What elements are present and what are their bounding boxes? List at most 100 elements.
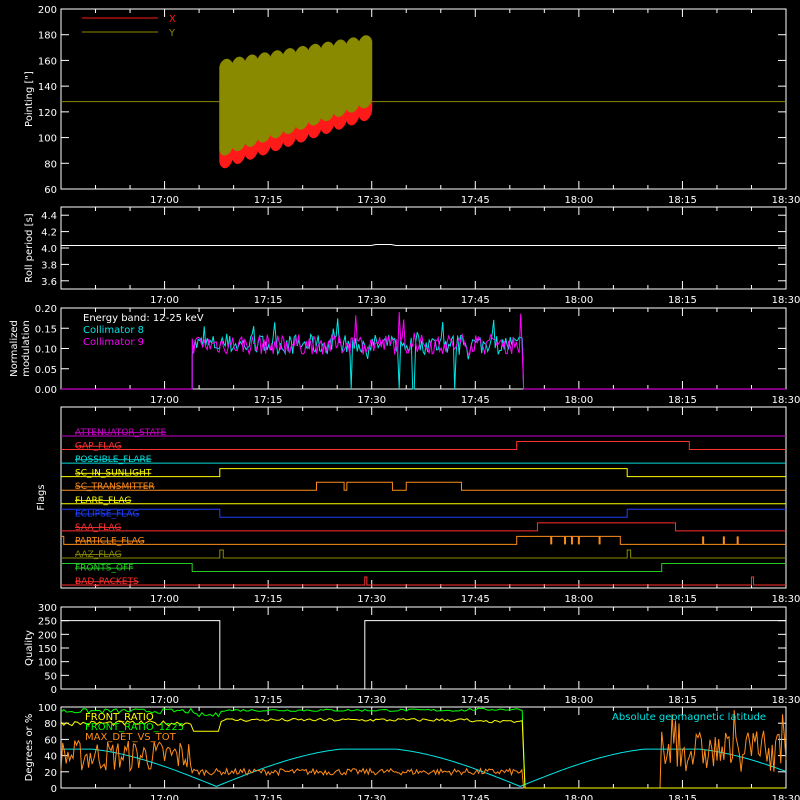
quality-ytick-label: 100 [38,658,57,669]
chart-figure: 17:00 17:15 17:30 17:45 18:00 18:15 18:30 60 80 1… [9,5,800,800]
flag-label-bad-packets: BAD_PACKETS [75,577,139,587]
roll-xtick-label: 18:00 [564,295,593,306]
ratios-ytick-label: 40 [44,752,57,763]
flag-label-sc-transmitter: SC_TRANSMITTER [75,482,155,492]
legend-label-collimator-9: Collimator 9 [83,337,144,348]
roll-ytick-label: 3.6 [41,277,57,288]
flag-label-particle-flag: PARTICLE_FLAG [75,536,145,546]
flag-line-saa-flag [61,522,786,532]
quality-xtick-label: 17:30 [357,695,386,706]
modulation-ytick-label: 0.15 [35,324,57,335]
legend-label-x: X [169,14,176,25]
quality-axes-frame [60,606,787,690]
quality-xtick-label: 17:45 [461,695,490,706]
pointing-ytick-label: 180 [38,31,57,42]
pointing-xtick-label: 17:00 [150,195,179,206]
collimator-8-line [61,318,786,390]
flag-label-fronts-off: FRONTS_OFF [75,564,133,574]
flags-panel: 17:00 17:15 17:30 17:45 18:00 18:15 18:30 Flags… [36,406,800,605]
quality-xtick-label: 18:00 [564,695,593,706]
ratios-xtick-label: 18:00 [564,794,593,800]
modulation-xtick-label: 17:15 [254,395,283,406]
pointing-ytick-label: 60 [44,185,57,196]
pointing-ytick-label: 200 [38,5,57,16]
roll-ytick-label: 4.2 [41,228,57,239]
modulation-ylabel-line1: Normalized [9,320,20,377]
ratios-xtick-label: 17:30 [357,794,386,800]
legend-label-collimator-8: Collimator 8 [83,325,144,336]
flag-line-gap-flag [61,441,786,451]
modulation-xtick-label: 17:45 [461,395,490,406]
flag-label-saa-flag: SAA_FLAG [75,523,121,533]
pointing-xtick-label: 17:15 [254,195,283,206]
modulation-xtick-label: 18:00 [564,395,593,406]
ratios-xtick-label: 18:30 [772,794,800,800]
roll-axes-frame [60,206,787,290]
ratios-xtick-label: 17:00 [150,794,179,800]
modulation-xtick-label: 17:30 [357,395,386,406]
quality-xtick-label: 17:00 [150,695,179,706]
pointing-xtick-label: 17:45 [461,195,490,206]
flags-xtick-label: 17:45 [461,594,490,605]
roll-ytick-label: 4.4 [41,211,57,222]
roll-xtick-label: 18:15 [668,295,697,306]
roll-xtick-label: 17:30 [357,295,386,306]
quality-xtick-label: 17:15 [254,695,283,706]
ratios-ytick-label: 80 [44,719,57,730]
flags-xtick-label: 18:30 [772,594,800,605]
roll-xtick-label: 17:15 [254,295,283,306]
flags-ylabel: Flags [36,484,47,510]
quality-ytick-label: 200 [38,630,57,641]
ratios-panel: 17:00 17:15 17:30 17:45 18:00 18:15 18:30 0 20 40… [24,703,800,800]
roll-ylabel: Roll period [s] [24,213,35,282]
quality-xtick-label: 18:15 [668,695,697,706]
flags-xtick-label: 17:15 [254,594,283,605]
roll-panel: 17:00 17:15 17:30 17:45 18:00 18:15 18:30 3.6 3.… [24,206,800,306]
flag-line-eclipse-flag [61,508,786,518]
pointing-ytick-label: 140 [38,82,57,93]
flag-line-fronts-off [61,563,786,572]
roll-ytick-label: 3.8 [41,260,57,271]
roll-xtick-label: 18:30 [772,295,800,306]
modulation-ytick-label: 0.00 [35,385,57,396]
ratios-ytick-label: 0 [51,784,57,795]
quality-panel: 17:00 17:15 17:30 17:45 18:00 18:15 18:30 0 50 10… [24,603,800,706]
flag-label-flare-flag: FLARE_FLAG [75,496,131,506]
energy-band-annotation: Energy band: 12-25 keV [83,313,204,324]
modulation-xtick-label: 18:15 [668,395,697,406]
flag-label-eclipse-flag: ECLIPSE_FLAG [75,509,139,519]
quality-ytick-label: 150 [38,644,57,655]
ratios-ylabel: Degrees or % [24,714,35,782]
flag-label-sc-in-sunlight: SC_IN_SUNLIGHT [75,469,152,479]
pointing-xtick-label: 17:30 [357,195,386,206]
flags-axes-frame [60,406,787,589]
modulation-xtick-label: 18:30 [772,395,800,406]
roll-ytick-label: 4.0 [41,244,57,255]
legend-label-max-det-vs-tot: MAX_DET_VS_TOT [85,732,177,743]
ratios-xtick-label: 17:45 [461,794,490,800]
modulation-ytick-label: 0.05 [35,365,57,376]
roll-xtick-label: 17:00 [150,295,179,306]
pointing-xtick-label: 18:15 [668,195,697,206]
pointing-ylabel: Pointing ["] [24,71,35,127]
ratios-ytick-label: 20 [44,768,57,779]
flag-line-sc-in-sunlight [61,468,786,478]
ratios-ytick-label: 100 [38,703,57,714]
flag-label-aaz-flag: AAZ_FLAG [75,550,122,560]
modulation-panel: 17:00 17:15 17:30 17:45 18:00 18:15 18:30 0.00 0… [9,304,800,406]
flag-line-aaz-flag [61,549,786,559]
flags-xtick-label: 17:00 [150,594,179,605]
flags-xtick-label: 18:00 [564,594,593,605]
ratios-xtick-label: 17:15 [254,794,283,800]
pointing-ytick-label: 120 [38,108,57,119]
flag-line-sc-transmitter [61,481,786,491]
legend-label-y: Y [168,28,176,39]
modulation-ytick-label: 0.20 [35,304,57,315]
flag-label-possible-flare: POSSIBLE_FLARE [75,455,152,465]
quality-xtick-label: 18:30 [772,695,800,706]
roll-xtick-label: 17:45 [461,295,490,306]
geomagnetic-latitude-label: Absolute geomagnetic latitude [612,712,766,723]
flag-label-gap-flag: GAP_FLAG [75,442,121,452]
quality-line [61,620,786,690]
pointing-ytick-label: 160 [38,56,57,67]
